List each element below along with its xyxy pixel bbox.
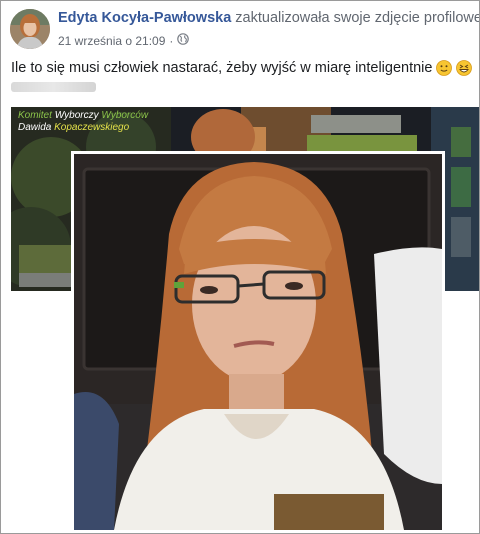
post-text-content: Ile to się musi człowiek nastarać, żeby … [11,60,433,76]
grinning-squinting-face-emoji-icon [456,60,473,76]
cover-caption: Komitet Wyborczy Wyborców Dawida Kopacze… [18,110,148,134]
post-action-text: zaktualizowała swoje zdjęcie profilowe. [235,10,480,26]
caption-wyborczy: Wyborczy [54,110,99,121]
caption-dawida: Dawida [18,122,52,133]
post-text: Ile to się musi człowiek nastarać, żeby … [11,60,473,76]
cover-caption-line-1: Komitet Wyborczy Wyborców [18,110,148,122]
author-name-link[interactable]: Edyta Kocyła-Pawłowska [58,10,231,26]
post-header: Edyta Kocyła-Pawłowska zaktualizowała sw… [58,10,480,26]
meta-separator: · [169,33,174,48]
post-meta: 21 września o 21:09 · [58,33,190,48]
blurred-text-placeholder [11,82,96,92]
caption-komitet: Komitet [18,110,52,121]
cover-caption-line-2: Dawida Kopaczewskiego [18,122,148,134]
caption-kopaczewskiego: Kopaczewskiego [54,122,130,133]
profile-photo[interactable] [71,151,445,533]
slightly-smiling-face-emoji-icon [436,60,453,76]
profile-photo-image [74,154,442,530]
author-avatar[interactable] [10,9,50,49]
globe-icon[interactable] [177,33,190,48]
avatar-photo [10,9,50,49]
post-card: Edyta Kocyła-Pawłowska zaktualizowała sw… [0,0,480,534]
caption-wyborcow: Wyborców [101,110,149,121]
post-timestamp[interactable]: 21 września o 21:09 [58,34,165,48]
